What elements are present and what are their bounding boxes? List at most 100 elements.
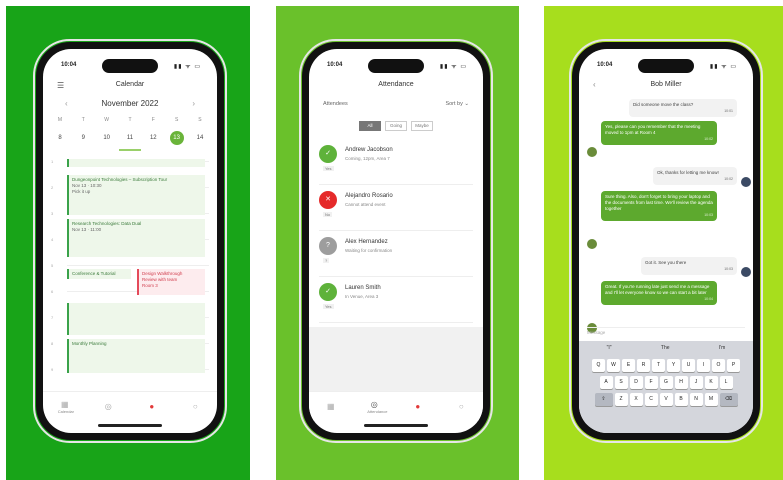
day-cell[interactable]: 8: [53, 135, 67, 141]
keyboard-row: ⇧ Z X C V B N M ⌫: [582, 393, 750, 406]
suggestion[interactable]: The: [661, 345, 670, 355]
key-g[interactable]: G: [659, 376, 673, 389]
tab-people-icon[interactable]: ◎: [101, 402, 115, 411]
key-w[interactable]: W: [607, 359, 620, 372]
key-e[interactable]: E: [622, 359, 635, 372]
key-m[interactable]: M: [704, 393, 718, 406]
key-d[interactable]: D: [629, 376, 643, 389]
tab-record-icon[interactable]: ●: [411, 402, 425, 411]
event-block[interactable]: Dungeonpoint Technologies – Subscription…: [67, 175, 205, 215]
hour-label: 5: [51, 263, 54, 268]
key-v[interactable]: V: [659, 393, 673, 406]
key-i[interactable]: I: [697, 359, 710, 372]
key-a[interactable]: A: [599, 376, 613, 389]
event-block[interactable]: Monthly Planning: [67, 339, 205, 373]
message-sent: Ok, thanks for letting me know! 10:02: [653, 167, 737, 185]
tab-settings-icon[interactable]: ○: [188, 402, 202, 411]
key-q[interactable]: Q: [592, 359, 605, 372]
key-b[interactable]: B: [674, 393, 688, 406]
phone-calendar: 10:04 ▮▮ ᯤ ▭ ☰ Calendar ‹ November 2022 …: [33, 39, 227, 443]
key-f[interactable]: F: [644, 376, 658, 389]
day-cell[interactable]: 9: [76, 135, 90, 141]
sort-dropdown[interactable]: Sort by ⌄: [445, 101, 469, 107]
keyboard-row: QWERTYUIOP: [582, 359, 750, 372]
key-o[interactable]: O: [712, 359, 725, 372]
event-block[interactable]: Conference & Tutorial: [67, 269, 131, 279]
hour-label: 7: [51, 315, 54, 320]
key-n[interactable]: N: [689, 393, 703, 406]
key-p[interactable]: P: [727, 359, 740, 372]
suggestion[interactable]: I'm: [719, 345, 726, 355]
event-block[interactable]: Research Technologies: Data Dual Nov 13 …: [67, 219, 205, 257]
key-u[interactable]: U: [682, 359, 695, 372]
contact-avatar: [587, 147, 597, 157]
segment-going[interactable]: Going: [385, 121, 407, 131]
day-cell[interactable]: 11: [123, 135, 137, 141]
tab-attendance[interactable]: ◎ Attendance: [367, 400, 387, 414]
home-indicator: [364, 424, 428, 427]
chevron-left-icon[interactable]: ‹: [65, 99, 68, 108]
keyboard: "I" The I'm QWERTYUIOP ASDFGHJKL ⇧ Z X C V B N…: [579, 341, 753, 433]
day-cell[interactable]: 12: [146, 135, 160, 141]
chevron-right-icon[interactable]: ›: [192, 99, 195, 108]
segment-all[interactable]: All: [359, 121, 381, 131]
event-block[interactable]: [67, 303, 205, 335]
tab-calendar[interactable]: ▦ Calendar: [58, 400, 74, 414]
key-k[interactable]: K: [704, 376, 718, 389]
key-⇧[interactable]: ⇧: [594, 393, 613, 406]
hour-label: 8: [51, 341, 54, 346]
key-z[interactable]: Z: [614, 393, 628, 406]
event-sub: Pick it up: [72, 189, 91, 194]
event-block[interactable]: [67, 159, 205, 167]
weekday-row: MTWTFSS: [53, 117, 207, 123]
calendar-screen: 10:04 ▮▮ ᯤ ▭ ☰ Calendar ‹ November 2022 …: [43, 49, 217, 433]
list-item[interactable]: ✓ Yes Lauren Smith In Venue, Area 3: [319, 279, 473, 323]
key-y[interactable]: Y: [667, 359, 680, 372]
event-detail: Nov 13 · 11:00: [72, 227, 102, 232]
tab-record-icon[interactable]: ●: [145, 402, 159, 411]
home-indicator: [98, 424, 162, 427]
hour-label: 3: [51, 211, 54, 216]
suggestion[interactable]: "I": [607, 345, 612, 355]
event-block-conflict[interactable]: Design Walkthrough Review with team Room…: [137, 269, 205, 295]
day-cell[interactable]: 14: [193, 135, 207, 141]
message-time: 10:02: [704, 137, 713, 141]
day-cell[interactable]: 10: [100, 135, 114, 141]
key-t[interactable]: T: [652, 359, 665, 372]
day-cell[interactable]: 13: [169, 131, 184, 145]
event-detail: Nov 13 · 10:30: [72, 183, 102, 188]
chat-screen: 10:04 ▮▮ ᯤ ▭ ‹ Bob Miller Did someone mo…: [579, 49, 753, 433]
message-sent: Did someone move the class? 10:01: [629, 99, 737, 117]
segmented-control: All Going Maybe: [359, 121, 433, 131]
status-badge: No: [323, 212, 333, 217]
key-h[interactable]: H: [674, 376, 688, 389]
list-item[interactable]: ✓ Yes Andrew Jacobson Coming, 12pm, Area…: [319, 141, 473, 185]
status-badge: Yes: [323, 304, 334, 309]
list-item[interactable]: ? ? Alex Hernandez Waiting for confirmat…: [319, 233, 473, 277]
weekday-label: T: [81, 117, 85, 123]
user-avatar: [741, 267, 751, 277]
tab-calendar-icon[interactable]: ▦: [324, 402, 338, 411]
page-title: Attendance: [378, 81, 414, 88]
list-item[interactable]: ✕ No Alejandro Rosario Cannot attend eve…: [319, 187, 473, 231]
key-⌫[interactable]: ⌫: [719, 393, 738, 406]
hour-label: 9: [51, 367, 54, 372]
key-j[interactable]: J: [689, 376, 703, 389]
person-name: Alex Hernandez: [345, 239, 388, 245]
message-text: Sure thing. Also, don't forget to bring …: [605, 194, 713, 211]
key-r[interactable]: R: [637, 359, 650, 372]
key-s[interactable]: S: [614, 376, 628, 389]
key-l[interactable]: L: [719, 376, 733, 389]
segment-maybe[interactable]: Maybe: [411, 121, 433, 131]
month-header: ‹ November 2022 ›: [43, 99, 217, 108]
event-sub: Room 3: [142, 283, 158, 288]
message-input[interactable]: Message: [587, 327, 745, 337]
status-badge: Yes: [323, 166, 334, 171]
status-time: 10:04: [61, 62, 77, 68]
person-status: Waiting for confirmation: [345, 248, 393, 253]
key-c[interactable]: C: [644, 393, 658, 406]
event-title: Design Walkthrough: [142, 271, 183, 276]
page-title: Calendar: [115, 81, 145, 88]
key-x[interactable]: X: [629, 393, 643, 406]
tab-settings-icon[interactable]: ○: [454, 402, 468, 411]
